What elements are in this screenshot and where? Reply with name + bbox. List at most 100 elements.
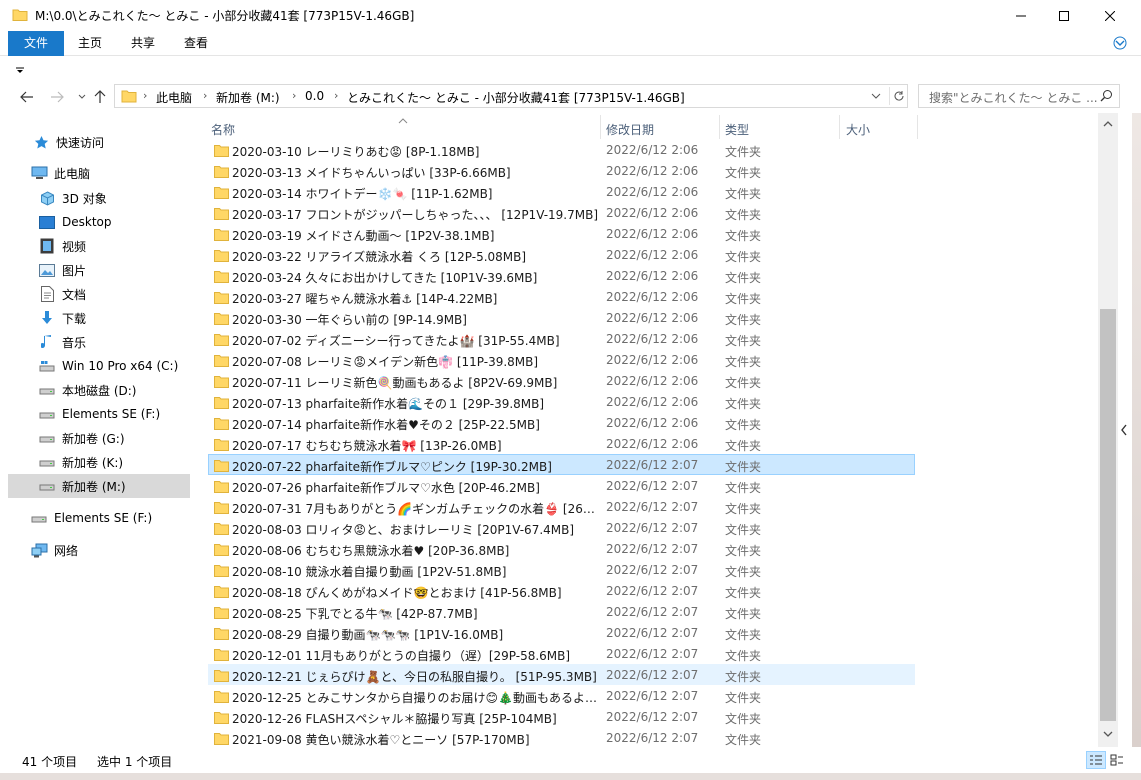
file-date: 2022/6/12 2:07 bbox=[606, 500, 699, 514]
folder-icon bbox=[214, 710, 229, 727]
breadcrumb-current-folder[interactable]: とみこれくた〜 とみこ - 小部分收藏41套 [773P15V-1.46GB] bbox=[347, 89, 685, 106]
column-date[interactable]: 修改日期 bbox=[606, 121, 654, 138]
preview-pane-toggle[interactable] bbox=[1118, 113, 1132, 747]
folder-icon bbox=[12, 7, 28, 26]
file-row[interactable]: 2020-07-26 pharfaite新作ブルマ♡水色 [20P-46.2MB… bbox=[208, 475, 915, 496]
file-row[interactable]: 2020-08-06 むちむち黒競泳水着♥ [20P-36.8MB] 2022/6… bbox=[208, 538, 915, 559]
file-row[interactable]: 2020-08-10 競泳水着自撮り動画 [1P2V-51.8MB] 2022/6… bbox=[208, 559, 915, 580]
sidebar-item-drive-g[interactable]: 新加卷 (G:) bbox=[8, 426, 190, 450]
chevron-right-icon[interactable]: › bbox=[143, 89, 147, 102]
file-type: 文件夹 bbox=[725, 250, 762, 264]
file-row[interactable]: 2020-03-27 曜ちゃん競泳水着⚓ [14P-4.22MB] 2022/6/… bbox=[208, 286, 915, 307]
file-row[interactable]: 2020-03-13 メイドちゃんいっぱい [33P-6.66MB] 2022/6… bbox=[208, 160, 915, 181]
column-size[interactable]: 大小 bbox=[846, 121, 870, 138]
folder-icon bbox=[214, 248, 229, 265]
customize-toolbar-icon[interactable] bbox=[15, 64, 25, 78]
file-row[interactable]: 2020-12-25 とみこサンタから自撮りのお届け😊🎄動画もあるよ [30P1… bbox=[208, 685, 915, 706]
address-history-icon[interactable] bbox=[871, 89, 881, 106]
sidebar-item-desktop[interactable]: Desktop bbox=[8, 210, 190, 234]
column-type[interactable]: 类型 bbox=[725, 121, 749, 138]
file-row[interactable]: 2020-07-13 pharfaite新作水着🌊その１ [29P-39.8MB… bbox=[208, 391, 915, 412]
file-row[interactable]: 2020-03-17 フロントがジッパーしちゃった、、、 [12P1V-19.7… bbox=[208, 202, 915, 223]
sidebar-item-downloads[interactable]: 下载 bbox=[8, 306, 190, 330]
column-divider[interactable] bbox=[600, 115, 601, 139]
tab-view[interactable]: 查看 bbox=[174, 31, 218, 56]
file-row[interactable]: 2020-08-03 ロリィタ😡と、おまけレーリミ [20P1V-67.4MB]… bbox=[208, 517, 915, 538]
file-row[interactable]: 2020-08-18 ぴんくめがねメイド🤓とおまけ [41P-56.8MB] 20… bbox=[208, 580, 915, 601]
item-count: 41 个项目 bbox=[22, 755, 78, 769]
close-button[interactable] bbox=[1087, 0, 1133, 31]
file-row[interactable]: 2020-07-22 pharfaite新作ブルマ♡ピンク [19P-30.2M… bbox=[208, 454, 915, 475]
scroll-down-icon[interactable] bbox=[1102, 727, 1114, 741]
sidebar-item-drive-c[interactable]: Win 10 Pro x64 (C:) bbox=[8, 354, 190, 378]
file-row[interactable]: 2020-07-08 レーリミ😡メイデン新色👘 [11P-39.8MB] 2022… bbox=[208, 349, 915, 370]
minimize-button[interactable] bbox=[998, 0, 1044, 31]
file-row[interactable]: 2020-12-01 11月もありがとうの自撮り（遅）[29P-58.6MB] 2… bbox=[208, 643, 915, 664]
sidebar-item-drive-k[interactable]: 新加卷 (K:) bbox=[8, 450, 190, 474]
large-icons-view-button[interactable] bbox=[1107, 751, 1127, 769]
file-row[interactable]: 2020-07-31 7月もありがとう🌈ギンガムチェックの水着👙 [26P-5 2… bbox=[208, 496, 915, 517]
file-date: 2022/6/12 2:07 bbox=[606, 689, 699, 703]
sidebar-item-documents[interactable]: 文档 bbox=[8, 282, 190, 306]
scrollbar-thumb[interactable] bbox=[1100, 309, 1116, 721]
column-divider[interactable] bbox=[917, 115, 918, 139]
sidebar-item-this-pc[interactable]: 此电脑 bbox=[8, 161, 190, 185]
file-row[interactable]: 2020-03-30 一年ぐらい前の [9P-14.9MB] 2022/6/12 … bbox=[208, 307, 915, 328]
file-row[interactable]: 2020-03-14 ホワイトデー❄️🍬 [11P-1.62MB] 2022/6/… bbox=[208, 181, 915, 202]
chevron-right-icon[interactable]: › bbox=[292, 89, 296, 102]
status-bar: 41 个项目 选中 1 个项目 bbox=[0, 747, 1141, 773]
sidebar-item-drive-f[interactable]: Elements SE (F:) bbox=[8, 402, 190, 426]
sidebar-item-network[interactable]: 网络 bbox=[8, 538, 190, 562]
file-row[interactable]: 2020-03-24 久々にお出かけしてきた [10P1V-39.6MB] 202… bbox=[208, 265, 915, 286]
file-row[interactable]: 2020-12-21 じぇらぴけ🧸と、今日の私服自撮り。 [51P-95.3MB… bbox=[208, 664, 915, 685]
refresh-icon[interactable] bbox=[889, 87, 907, 105]
star-icon bbox=[32, 134, 50, 150]
file-date: 2022/6/12 2:06 bbox=[606, 185, 699, 199]
tab-home[interactable]: 主页 bbox=[68, 31, 112, 56]
details-view-button[interactable] bbox=[1086, 751, 1106, 769]
file-date: 2022/6/12 2:06 bbox=[606, 311, 699, 325]
sidebar-item-pictures[interactable]: 图片 bbox=[8, 258, 190, 282]
file-row[interactable]: 2020-12-26 FLASHスペシャル＊脇撮り写真 [25P-104MB] 2… bbox=[208, 706, 915, 727]
file-row[interactable]: 2020-03-19 メイドさん動画〜 [1P2V-38.1MB] 2022/6/… bbox=[208, 223, 915, 244]
sidebar-item-drive-f-root[interactable]: Elements SE (F:) bbox=[8, 506, 190, 530]
sidebar-item-videos[interactable]: 视频 bbox=[8, 234, 190, 258]
vertical-scrollbar[interactable] bbox=[1098, 113, 1118, 747]
column-divider[interactable] bbox=[839, 115, 840, 139]
back-button[interactable] bbox=[16, 87, 38, 107]
sidebar-item-music[interactable]: 音乐 bbox=[8, 330, 190, 354]
breadcrumb-drive-m[interactable]: 新加卷 (M:) bbox=[216, 89, 280, 106]
file-row[interactable]: 2020-03-10 レーリミりあむ😡 [8P-1.18MB] 2022/6/12… bbox=[208, 139, 915, 160]
breadcrumb-this-pc[interactable]: 此电脑 bbox=[156, 89, 192, 106]
file-row[interactable]: 2020-07-02 ディズニーシー行ってきたよ🏰 [31P-55.4MB] 20… bbox=[208, 328, 915, 349]
expand-ribbon-icon[interactable] bbox=[1113, 36, 1127, 53]
file-row[interactable]: 2020-07-17 むちむち競泳水着🎀 [13P-26.0MB] 2022/6/… bbox=[208, 433, 915, 454]
address-bar[interactable]: › 此电脑 › 新加卷 (M:) › 0.0 › とみこれくた〜 とみこ - 小… bbox=[114, 84, 908, 108]
sidebar-item-3d-objects[interactable]: 3D 对象 bbox=[8, 186, 190, 210]
column-divider[interactable] bbox=[719, 115, 720, 139]
up-button[interactable] bbox=[89, 87, 111, 107]
file-row[interactable]: 2020-07-14 pharfaite新作水着♥その２ [25P-22.5MB… bbox=[208, 412, 915, 433]
drive-icon bbox=[30, 510, 48, 526]
forward-button[interactable] bbox=[46, 87, 68, 107]
maximize-button[interactable] bbox=[1041, 0, 1087, 31]
chevron-left-icon[interactable] bbox=[1120, 423, 1128, 440]
sidebar-item-quick-access[interactable]: 快速访问 bbox=[8, 130, 190, 154]
column-name[interactable]: 名称 bbox=[211, 121, 235, 138]
file-row[interactable]: 2020-08-29 自撮り動画🐄🐄🐄 [1P1V-16.0MB] 2022/6/… bbox=[208, 622, 915, 643]
chevron-right-icon[interactable]: › bbox=[203, 89, 207, 102]
tab-share[interactable]: 共享 bbox=[120, 31, 166, 56]
search-input[interactable]: 搜索"とみこれくた〜 とみこ ... bbox=[918, 84, 1120, 108]
file-row[interactable]: 2020-03-22 リアライズ競泳水着 くろ [12P-5.08MB] 2022… bbox=[208, 244, 915, 265]
breadcrumb-folder-00[interactable]: 0.0 bbox=[305, 89, 324, 103]
scroll-up-icon[interactable] bbox=[1102, 117, 1114, 131]
file-row[interactable]: 2021-09-08 黄色い競泳水着♡とニーソ [57P-170MB] 2022/… bbox=[208, 727, 915, 747]
sidebar-item-drive-d[interactable]: 本地磁盘 (D:) bbox=[8, 378, 190, 402]
file-date: 2022/6/12 2:07 bbox=[606, 731, 699, 745]
chevron-right-icon[interactable]: › bbox=[334, 89, 338, 102]
navigation-bar: › 此电脑 › 新加卷 (M:) › 0.0 › とみこれくた〜 とみこ - 小… bbox=[0, 81, 1141, 113]
file-row[interactable]: 2020-08-25 下乳でとる牛🐄 [42P-87.7MB] 2022/6/12… bbox=[208, 601, 915, 622]
sidebar-item-drive-m[interactable]: 新加卷 (M:) bbox=[8, 474, 190, 498]
tab-file[interactable]: 文件 bbox=[8, 31, 64, 56]
file-row[interactable]: 2020-07-11 レーリミ新色🍭動画もあるよ [8P2V-69.9MB] 20… bbox=[208, 370, 915, 391]
